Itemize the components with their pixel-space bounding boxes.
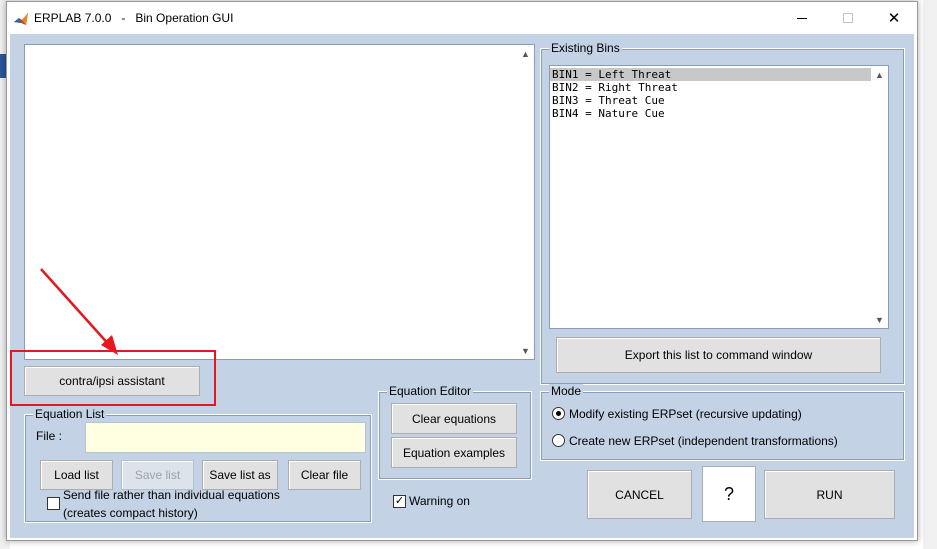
bin-operation-window: ERPLAB 7.0.0 - Bin Operation GUI ✕ ▲ ▼ c… — [6, 1, 918, 541]
equation-list-title: Equation List — [33, 407, 107, 421]
equation-editor-title: Equation Editor — [387, 384, 474, 398]
run-button[interactable]: RUN — [764, 470, 895, 519]
editor-scrollbar[interactable]: ▲ ▼ — [517, 45, 534, 359]
equation-text-area[interactable]: ▲ ▼ — [24, 44, 535, 360]
mode-title: Mode — [549, 384, 584, 398]
warning-checkbox[interactable]: ✓ — [393, 495, 406, 508]
bins-listbox[interactable]: BIN1 = Left Threat BIN2 = Right Threat B… — [549, 65, 889, 329]
cancel-button[interactable]: CANCEL — [587, 470, 692, 519]
bin-item[interactable]: BIN2 = Right Threat — [550, 81, 871, 94]
close-button[interactable]: ✕ — [871, 2, 917, 34]
scroll-up-icon[interactable]: ▲ — [517, 45, 534, 62]
create-erpset-label[interactable]: Create new ERPset (independent transform… — [569, 434, 838, 448]
load-list-button[interactable]: Load list — [40, 460, 113, 490]
equation-examples-button[interactable]: Equation examples — [391, 437, 517, 468]
send-file-label: Send file rather than individual equatio… — [63, 488, 280, 502]
maximize-button[interactable] — [825, 2, 871, 34]
save-list-button[interactable]: Save list — [121, 460, 194, 490]
background-app-right — [923, 0, 937, 549]
help-button[interactable]: ? — [702, 466, 756, 522]
equation-list-panel: Equation List File : Load list Save list… — [24, 407, 372, 523]
file-label: File : — [36, 429, 63, 443]
bin-item[interactable]: BIN1 = Left Threat — [550, 68, 871, 81]
existing-bins-panel: Existing Bins BIN1 = Left Threat BIN2 = … — [540, 41, 905, 385]
mode-panel: Mode Modify existing ERPset (recursive u… — [540, 384, 905, 461]
minimize-icon — [797, 17, 807, 19]
bins-scrollbar[interactable]: ▲ ▼ — [871, 66, 888, 328]
export-list-button[interactable]: Export this list to command window — [556, 337, 881, 373]
save-list-as-button[interactable]: Save list as — [202, 460, 278, 490]
clear-equations-button[interactable]: Clear equations — [391, 403, 517, 434]
close-icon: ✕ — [887, 10, 901, 27]
minimize-button[interactable] — [779, 2, 825, 34]
scroll-down-icon[interactable]: ▼ — [517, 342, 534, 359]
existing-bins-title: Existing Bins — [549, 41, 622, 55]
warning-label[interactable]: Warning on — [409, 494, 470, 508]
window-title: ERPLAB 7.0.0 - Bin Operation GUI — [34, 11, 234, 25]
clear-file-button[interactable]: Clear file — [288, 460, 361, 490]
matlab-icon — [14, 13, 28, 25]
bin-item[interactable]: BIN4 = Nature Cue — [550, 107, 871, 120]
scroll-down-icon[interactable]: ▼ — [871, 311, 888, 328]
maximize-icon — [843, 13, 853, 23]
scroll-up-icon[interactable]: ▲ — [871, 66, 888, 83]
modify-erpset-label[interactable]: Modify existing ERPset (recursive updati… — [569, 407, 802, 421]
file-path-field[interactable] — [85, 422, 366, 453]
create-erpset-radio[interactable] — [552, 434, 565, 447]
modify-erpset-radio[interactable] — [552, 407, 565, 420]
client-area: ▲ ▼ contra/ipsi assistant Existing Bins … — [10, 34, 914, 538]
bin-item[interactable]: BIN3 = Threat Cue — [550, 94, 871, 107]
send-file-checkbox[interactable] — [47, 497, 60, 510]
title-bar[interactable]: ERPLAB 7.0.0 - Bin Operation GUI ✕ — [7, 2, 917, 34]
annotation-highlight-box — [10, 350, 216, 406]
checkmark-icon: ✓ — [394, 495, 405, 507]
send-file-sublabel: (creates compact history) — [63, 506, 198, 520]
equation-editor-panel: Equation Editor Clear equations Equation… — [378, 384, 532, 480]
